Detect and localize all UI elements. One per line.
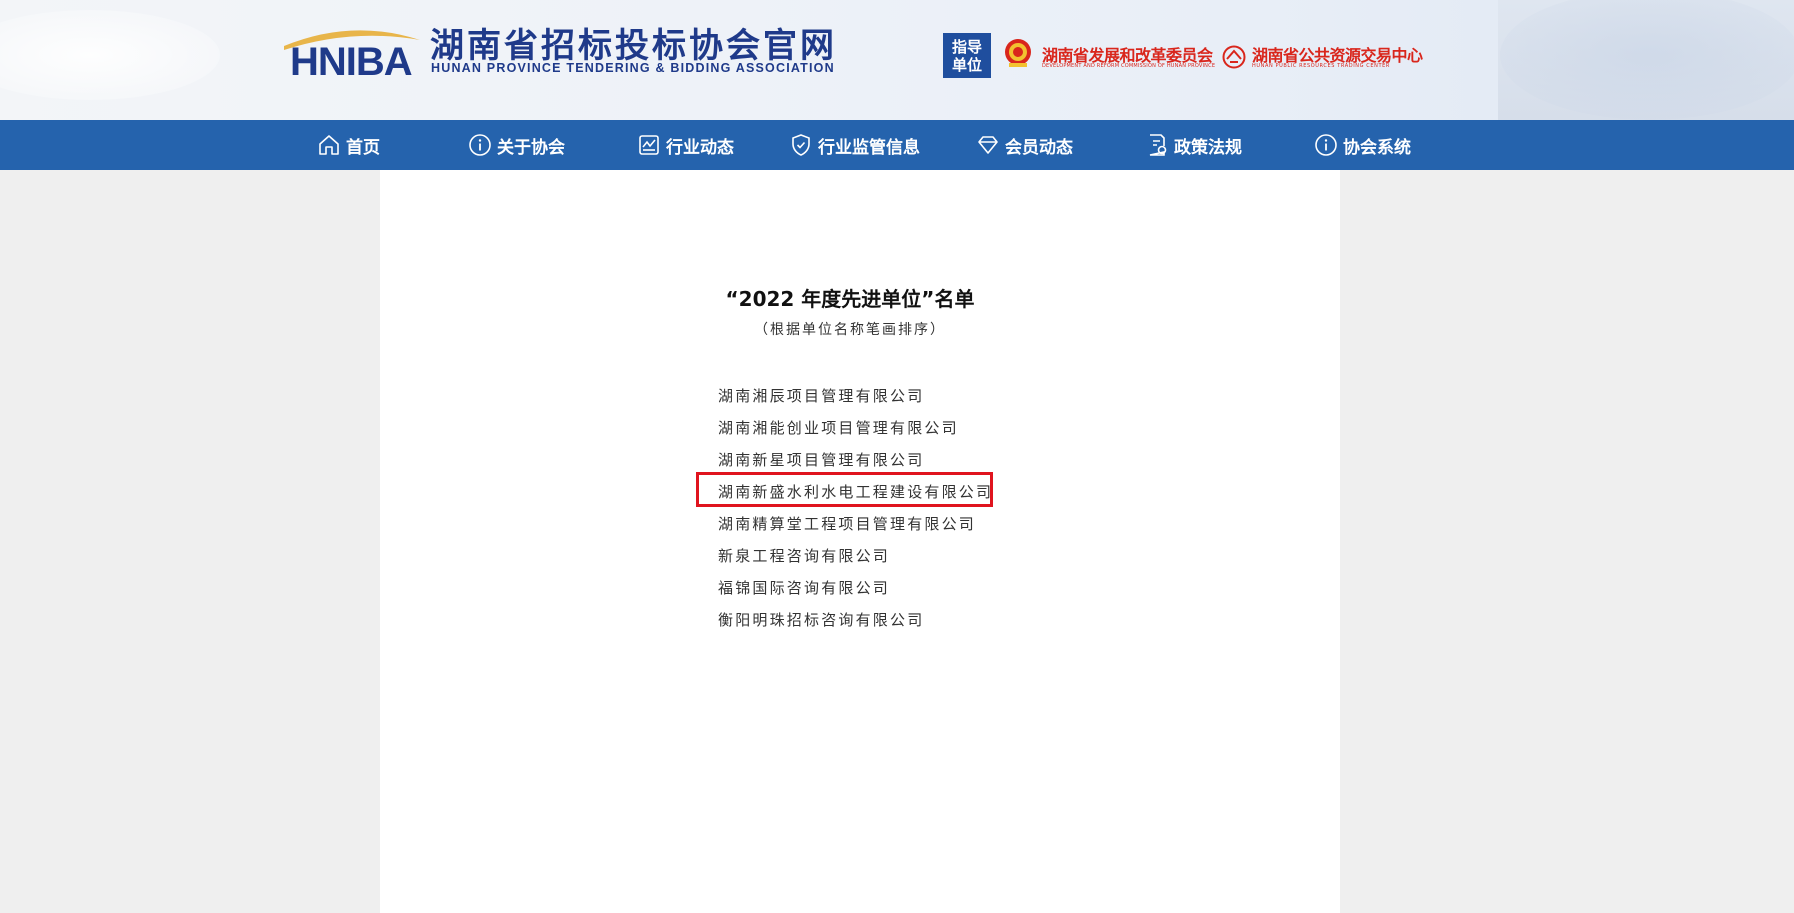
nav-label: 会员动态 — [1005, 137, 1073, 158]
document-icon — [1149, 134, 1167, 156]
nav-item-home[interactable]: 首页 — [317, 120, 380, 170]
national-emblem-icon[interactable] — [1003, 37, 1033, 69]
org-ndrc-english: DEVELOPMENT AND REFORM COMMISSION OF HUN… — [1042, 63, 1216, 69]
site-subtitle: HUNAN PROVINCE TENDERING & BIDDING ASSOC… — [431, 61, 835, 75]
nav-label: 行业动态 — [666, 137, 734, 158]
list-item: 湖南湘能创业项目管理有限公司 — [718, 419, 959, 437]
guide-badge-line2: 单位 — [951, 55, 982, 74]
list-item: 湖南湘辰项目管理有限公司 — [718, 387, 925, 405]
info-icon — [1315, 134, 1337, 156]
nav-item-policy[interactable]: 政策法规 — [1145, 120, 1242, 170]
site-header: HNIBA 湖南省招标投标协会官网 HUNAN PROVINCE TENDERI… — [0, 0, 1794, 120]
guide-unit-badge: 指导 单位 — [943, 33, 991, 78]
chart-icon — [639, 135, 659, 155]
nav-label: 首页 — [346, 137, 380, 158]
decorative-cloud — [0, 10, 220, 100]
article-content: “2022 年度先进单位”名单 （根据单位名称笔画排序） 湖南湘辰项目管理有限公… — [380, 170, 1340, 913]
list-item: 福锦国际咨询有限公司 — [718, 579, 891, 597]
document-title: “2022 年度先进单位”名单 — [725, 287, 975, 311]
nav-label: 政策法规 — [1174, 137, 1242, 158]
company-list: 湖南湘辰项目管理有限公司 湖南湘能创业项目管理有限公司 湖南新星项目管理有限公司… — [718, 380, 993, 636]
hniba-logo[interactable]: HNIBA — [282, 22, 422, 84]
diamond-icon — [978, 136, 998, 154]
guide-badge-line1: 指导 — [951, 37, 982, 56]
list-item: 新泉工程咨询有限公司 — [718, 547, 891, 565]
nav-item-association-system[interactable]: 协会系统 — [1314, 120, 1411, 170]
main-nav: 首页 关于协会 行业动态 行业监管信息 会员动态 政策法规 协会系统 — [0, 120, 1794, 170]
trading-center-logo-icon[interactable] — [1222, 45, 1246, 69]
nav-item-regulation-info[interactable]: 行业监管信息 — [789, 120, 920, 170]
shield-icon — [792, 134, 810, 156]
nav-label: 协会系统 — [1343, 137, 1411, 158]
list-item: 衡阳明珠招标咨询有限公司 — [718, 611, 925, 629]
list-item: 湖南精算堂工程项目管理有限公司 — [718, 515, 977, 533]
info-icon — [469, 134, 491, 156]
org-trading-center-english: HUNAN PUBLIC RESOURCES TRADING CENTER — [1252, 63, 1390, 69]
site-title: 湖南省招标投标协会官网 — [430, 26, 837, 66]
nav-item-about[interactable]: 关于协会 — [468, 120, 565, 170]
nav-item-member-news[interactable]: 会员动态 — [976, 120, 1073, 170]
nav-item-industry-news[interactable]: 行业动态 — [637, 120, 734, 170]
nav-label: 关于协会 — [497, 137, 565, 158]
document-subtitle: （根据单位名称笔画排序） — [754, 322, 946, 338]
nav-label: 行业监管信息 — [818, 137, 920, 158]
highlight-annotation-box — [696, 472, 993, 507]
logo-text: HNIBA — [290, 40, 413, 84]
home-icon — [319, 135, 339, 155]
